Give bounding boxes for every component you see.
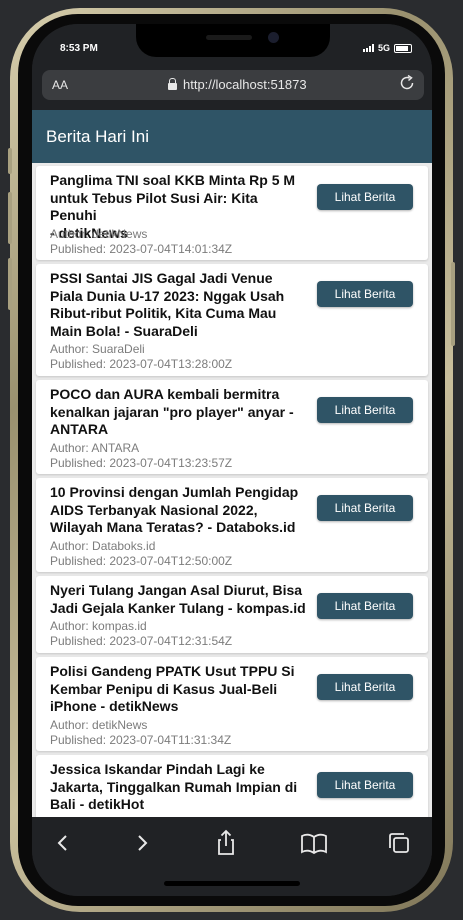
address-bar[interactable]: AA http://localhost:51873 <box>42 70 424 100</box>
news-published: Published: 2023-07-04T13:28:00Z <box>50 357 233 371</box>
status-bar: 8:53 PM 5G <box>32 24 432 74</box>
volume-down-button <box>8 258 12 310</box>
news-author: Author: ANTARA <box>50 441 140 455</box>
news-card: Panglima TNI soal KKB Minta Rp 5 Muntuk … <box>36 166 428 260</box>
share-icon[interactable] <box>209 829 243 857</box>
news-card: Polisi Gandeng PPATK Usut TPPU Si Kembar … <box>36 657 428 751</box>
tabs-icon[interactable] <box>382 829 416 857</box>
book-icon[interactable] <box>297 829 331 857</box>
status-time: 8:53 PM <box>60 43 98 54</box>
news-card: POCO dan AURA kembali bermitra kenalkan j… <box>36 380 428 474</box>
news-card: Jessica Iskandar Pindah Lagi ke Jakarta, … <box>36 755 428 817</box>
news-title: POCO dan AURA kembali bermitra kenalkan j… <box>50 386 294 437</box>
app-header: Berita Hari Ini <box>32 110 432 163</box>
power-button <box>451 262 455 346</box>
signal-icon <box>362 44 374 52</box>
news-card: 10 Provinsi dengan Jumlah Pengidap AIDS T… <box>36 478 428 572</box>
news-published: Published: 2023-07-04T13:23:57Z <box>50 456 233 470</box>
phone-screen: 8:53 PM 5G AA http://localhost:51873 Ber… <box>32 24 432 896</box>
view-news-button[interactable]: Lihat Berita <box>317 593 413 619</box>
news-author: Author: detikNews <box>50 718 148 732</box>
chevron-left-icon[interactable] <box>46 829 80 857</box>
view-news-button[interactable]: Lihat Berita <box>317 495 413 521</box>
view-news-button[interactable]: Lihat Berita <box>317 184 413 210</box>
view-news-button[interactable]: Lihat Berita <box>317 674 413 700</box>
browser-toolbar <box>32 817 432 896</box>
news-author: Author: detikNews <box>50 227 148 241</box>
url-display[interactable]: http://localhost:51873 <box>168 77 307 92</box>
view-news-button[interactable]: Lihat Berita <box>317 397 413 423</box>
text-size-button[interactable]: AA <box>52 78 68 92</box>
news-author: Author: Databoks.id <box>50 539 156 553</box>
news-published: Published: 2023-07-04T14:01:34Z <box>50 242 233 256</box>
page-title: Berita Hari Ini <box>46 127 149 146</box>
news-published: Published: 2023-07-04T12:31:54Z <box>50 634 233 648</box>
news-published: Published: 2023-07-04T12:50:00Z <box>50 554 233 568</box>
news-title: Jessica Iskandar Pindah Lagi ke Jakarta, … <box>50 761 298 812</box>
speaker <box>206 35 252 40</box>
news-title: Polisi Gandeng PPATK Usut TPPU Si Kembar … <box>50 663 295 714</box>
news-list: Panglima TNI soal KKB Minta Rp 5 Muntuk … <box>32 163 432 817</box>
status-indicators: 5G <box>362 43 412 53</box>
news-author: Author: SuaraDeli <box>50 342 145 356</box>
notch <box>136 24 330 57</box>
mute-switch <box>8 148 12 174</box>
home-indicator <box>164 881 300 886</box>
news-title: PSSI Santai JIS Gagal Jadi Venue Piala Du… <box>50 270 285 339</box>
volume-up-button <box>8 192 12 244</box>
network-label: 5G <box>377 43 390 53</box>
view-news-button[interactable]: Lihat Berita <box>317 772 413 798</box>
url-text: http://localhost:51873 <box>183 77 307 92</box>
news-title: Nyeri Tulang Jangan Asal Diurut, Bisa Jad… <box>50 582 306 616</box>
chevron-right-icon[interactable] <box>125 829 159 857</box>
news-card: PSSI Santai JIS Gagal Jadi Venue Piala Du… <box>36 264 428 376</box>
lock-icon <box>168 77 177 90</box>
news-author: Author: kompas.id <box>50 619 147 633</box>
reload-icon[interactable] <box>398 74 416 92</box>
news-title: 10 Provinsi dengan Jumlah Pengidap AIDS T… <box>50 484 299 535</box>
battery-icon <box>394 43 412 53</box>
camera-icon <box>268 32 279 43</box>
news-card: Nyeri Tulang Jangan Asal Diurut, Bisa Jad… <box>36 576 428 653</box>
view-news-button[interactable]: Lihat Berita <box>317 281 413 307</box>
news-published: Published: 2023-07-04T11:31:34Z <box>50 733 232 747</box>
